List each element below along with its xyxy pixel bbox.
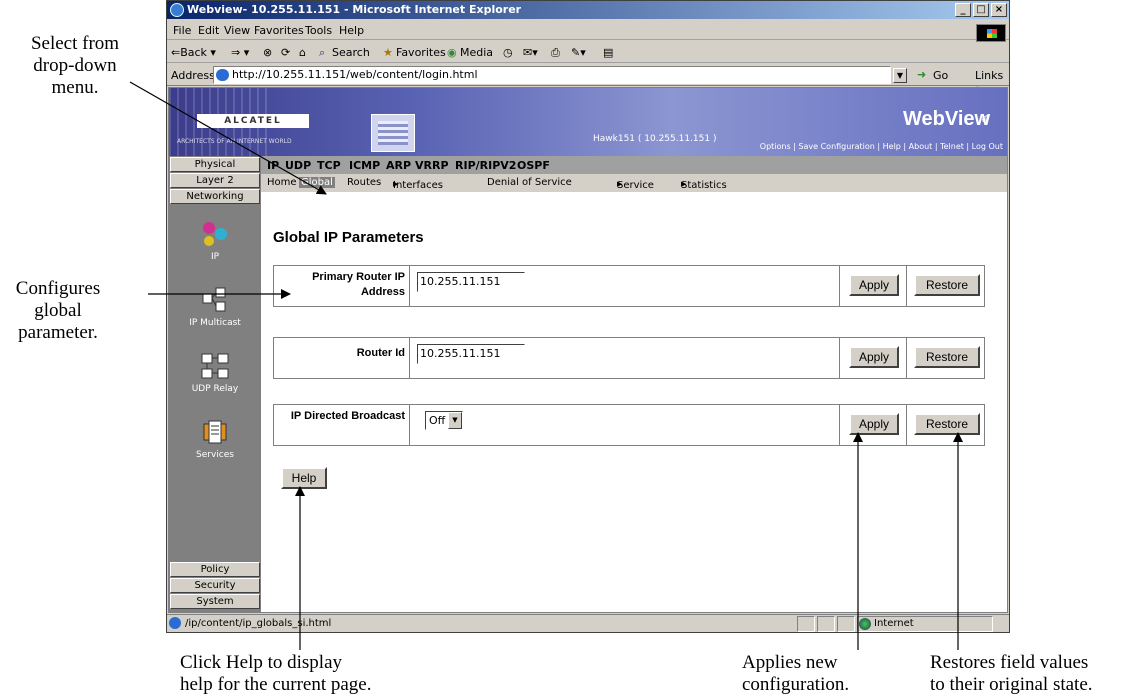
figure: Select from drop-down menu. Configures g… [0,0,1138,698]
leader-select-menu [129,81,327,195]
callout-lines [129,81,963,650]
